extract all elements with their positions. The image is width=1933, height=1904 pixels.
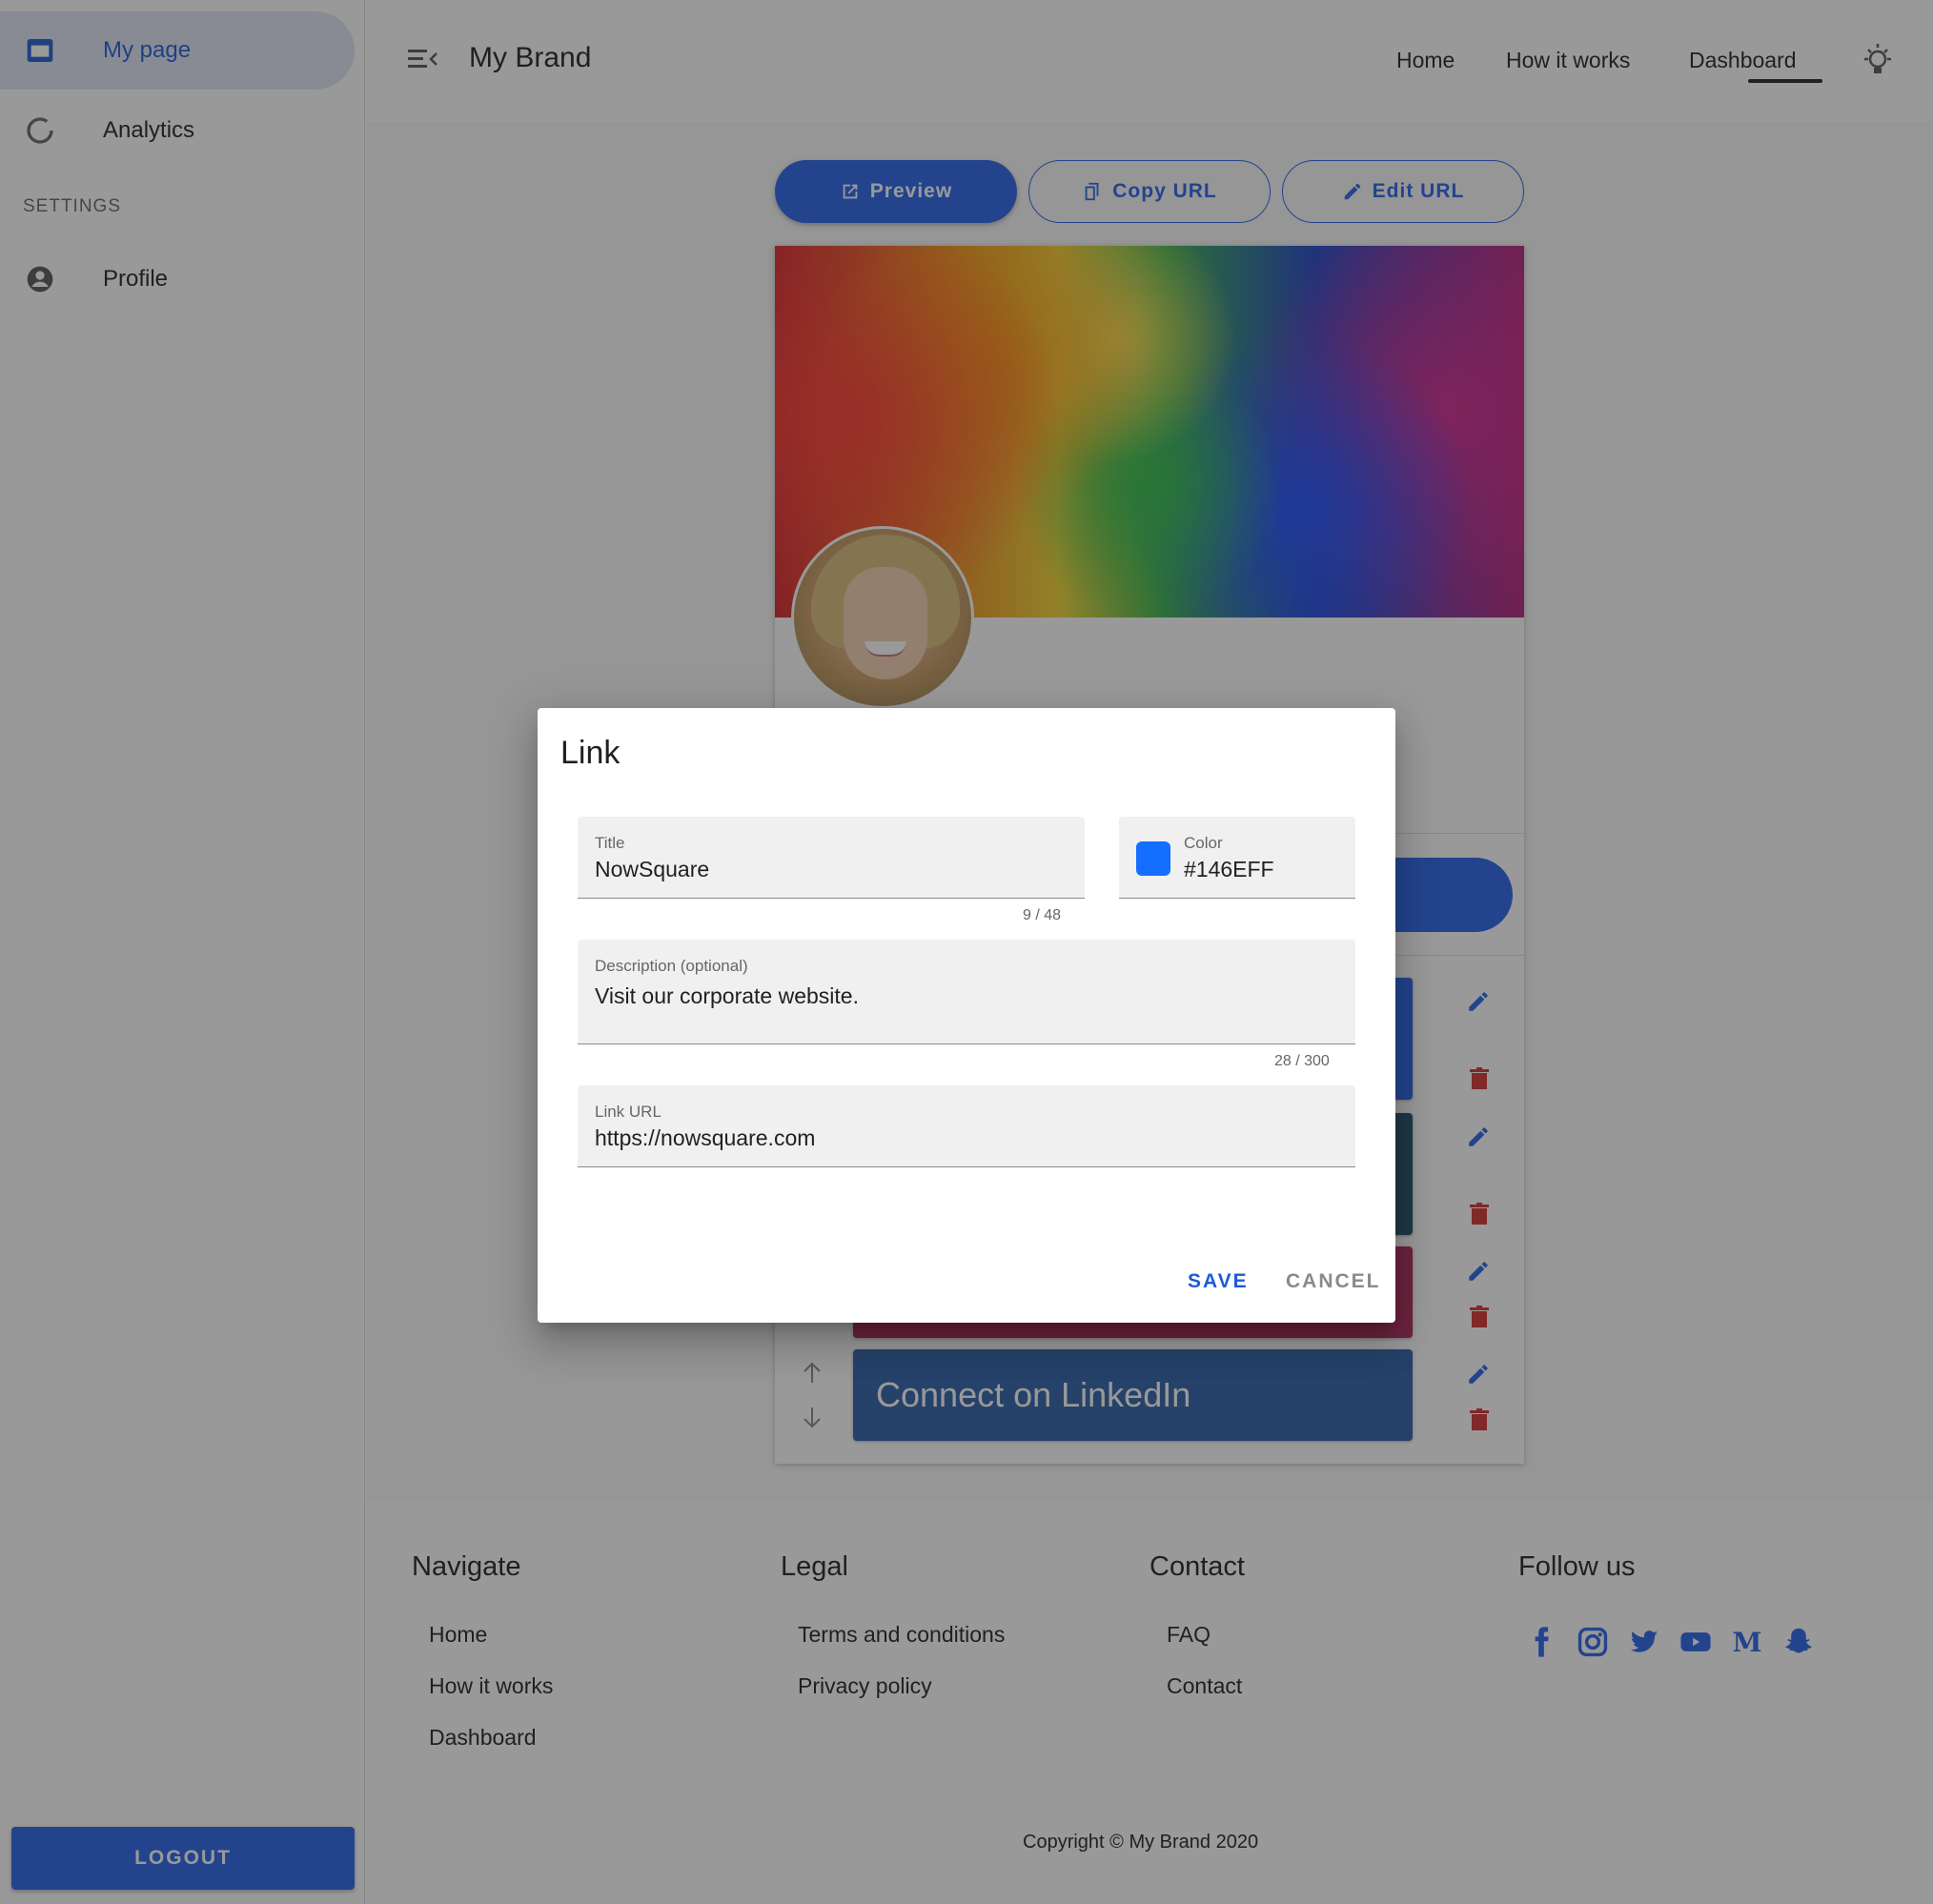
color-field[interactable]: Color #146EFF bbox=[1119, 817, 1355, 899]
title-char-counter: 9 / 48 bbox=[1023, 907, 1062, 923]
link-url-field[interactable]: Link URL https://nowsquare.com bbox=[578, 1085, 1355, 1167]
save-button[interactable]: SAVE bbox=[1188, 1270, 1249, 1293]
link-url-input[interactable]: https://nowsquare.com bbox=[595, 1125, 815, 1151]
description-input[interactable]: Visit our corporate website. bbox=[595, 983, 859, 1009]
link-url-field-label: Link URL bbox=[595, 1103, 661, 1121]
description-char-counter: 28 / 300 bbox=[1274, 1053, 1330, 1069]
link-dialog: Link Title NowSquare 9 / 48 Color #146EF… bbox=[538, 708, 1395, 1323]
description-field[interactable]: Description (optional) Visit our corpora… bbox=[578, 940, 1355, 1044]
color-input[interactable]: #146EFF bbox=[1184, 857, 1274, 882]
title-field[interactable]: Title NowSquare bbox=[578, 817, 1085, 899]
cancel-button[interactable]: CANCEL bbox=[1286, 1270, 1381, 1293]
color-swatch[interactable] bbox=[1136, 841, 1170, 876]
description-field-label: Description (optional) bbox=[595, 957, 748, 975]
title-input[interactable]: NowSquare bbox=[595, 857, 709, 882]
color-field-label: Color bbox=[1184, 834, 1223, 852]
dialog-title: Link bbox=[560, 735, 621, 771]
title-field-label: Title bbox=[595, 834, 625, 852]
